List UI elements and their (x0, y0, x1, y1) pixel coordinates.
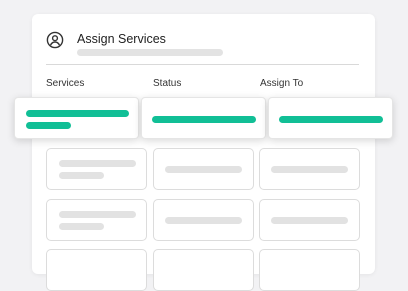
text-placeholder (59, 172, 104, 179)
assignee-placeholder (279, 116, 383, 123)
service-detail-placeholder (26, 122, 71, 129)
text-placeholder (271, 166, 348, 173)
column-header-status: Status (153, 78, 182, 89)
text-placeholder (165, 217, 242, 224)
service-name-placeholder (26, 110, 129, 117)
selected-row-status-cell[interactable] (141, 97, 266, 139)
status-placeholder (152, 116, 256, 123)
table-row-services-cell[interactable] (46, 249, 147, 291)
divider (46, 64, 359, 65)
table-row-services-cell[interactable] (46, 199, 147, 241)
text-placeholder (59, 223, 104, 230)
text-placeholder (59, 160, 136, 167)
table-row-assign-cell[interactable] (259, 148, 360, 190)
text-placeholder (59, 211, 136, 218)
table-row-assign-cell[interactable] (259, 249, 360, 291)
table-row-status-cell[interactable] (153, 249, 254, 291)
text-placeholder (271, 217, 348, 224)
subtitle-placeholder (77, 49, 223, 56)
table-row-status-cell[interactable] (153, 148, 254, 190)
column-header-assign-to: Assign To (260, 78, 304, 89)
user-circle-icon (46, 31, 64, 49)
table-row-services-cell[interactable] (46, 148, 147, 190)
selected-row-services-cell[interactable] (14, 97, 139, 139)
page-title: Assign Services (77, 32, 166, 46)
table-row-status-cell[interactable] (153, 199, 254, 241)
column-header-services: Services (46, 78, 85, 89)
selected-row-assign-cell[interactable] (268, 97, 393, 139)
text-placeholder (165, 166, 242, 173)
table-row-assign-cell[interactable] (259, 199, 360, 241)
